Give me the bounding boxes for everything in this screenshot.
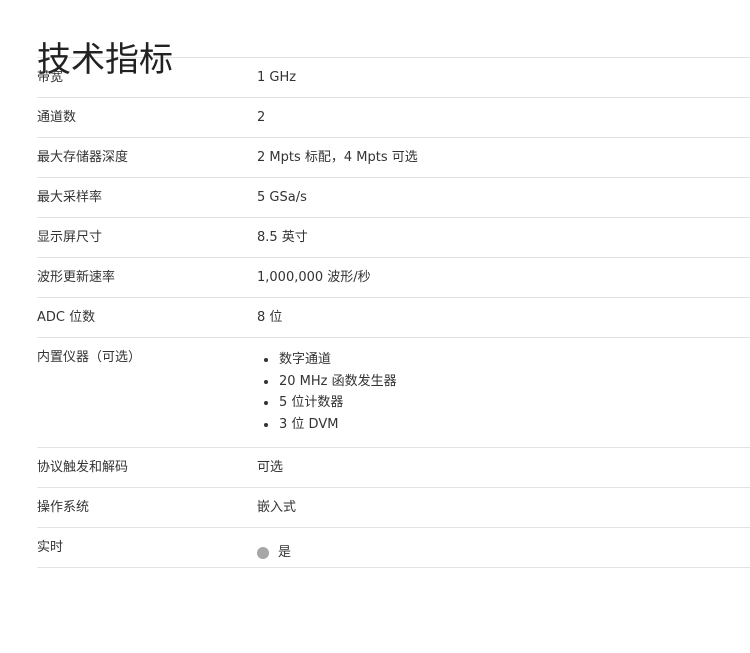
spec-value: 2 (257, 110, 266, 125)
spec-value: 是 (257, 528, 750, 567)
spec-value: 5 GSa/s (257, 190, 307, 205)
spec-label: 带宽 (37, 70, 64, 85)
spec-row-os: 操作系统 嵌入式 (37, 488, 750, 528)
spec-label: 实时 (37, 540, 64, 555)
spec-label: 操作系统 (37, 500, 90, 515)
spec-row-builtin-instruments: 内置仪器（可选） 数字通道 20 MHz 函数发生器 5 位计数器 3 位 DV… (37, 338, 750, 448)
bullet-icon (264, 358, 268, 362)
spec-label: 最大存储器深度 (37, 150, 129, 165)
bullet-icon (264, 401, 268, 405)
spec-value: 可选 (257, 460, 284, 475)
spec-label: 显示屏尺寸 (37, 230, 103, 245)
spec-row-sample-rate: 最大采样率 5 GSa/s (37, 178, 750, 218)
spec-row-channels: 通道数 2 (37, 98, 750, 138)
spec-label: 通道数 (37, 110, 77, 125)
spec-row-display-size: 显示屏尺寸 8.5 英寸 (37, 218, 750, 258)
status-dot-icon (257, 546, 269, 559)
spec-value: 1,000,000 波形/秒 (257, 270, 371, 285)
bullet-icon (264, 422, 268, 427)
page-title: 技术指标 (37, 40, 173, 80)
spec-label: 最大采样率 (37, 190, 103, 205)
spec-value: 8 位 (257, 310, 283, 325)
list-item: 数字通道 (257, 349, 750, 371)
list-item-label: 20 MHz 函数发生器 (279, 373, 397, 389)
spec-value: 1 GHz (257, 70, 297, 85)
list-item: 3 位 DVM (257, 414, 750, 436)
spec-label: 波形更新速率 (37, 270, 116, 285)
spec-value: 嵌入式 (257, 500, 297, 515)
spec-row-realtime: 实时 是 (37, 528, 750, 568)
spec-value: 数字通道 20 MHz 函数发生器 5 位计数器 3 位 DVM (257, 338, 750, 447)
realtime-value-label: 是 (278, 545, 292, 560)
spec-row-bandwidth: 带宽 1 GHz (37, 58, 750, 98)
spec-label: 协议触发和解码 (37, 460, 129, 475)
spec-label: 内置仪器（可选） (37, 350, 142, 365)
list-item-label: 数字通道 (279, 352, 332, 367)
spec-row-protocol-decode: 协议触发和解码 可选 (37, 448, 750, 488)
instrument-list: 数字通道 20 MHz 函数发生器 5 位计数器 3 位 DVM (257, 349, 750, 435)
spec-value: 8.5 英寸 (257, 230, 308, 245)
list-item: 5 位计数器 (257, 392, 750, 414)
spec-row-adc-bits: ADC 位数 8 位 (37, 298, 750, 338)
spec-row-memory-depth: 最大存储器深度 2 Mpts 标配，4 Mpts 可选 (37, 138, 750, 178)
spec-table: 带宽 1 GHz 通道数 2 最大存储器深度 2 Mpts 标配，4 Mpts … (37, 57, 750, 568)
list-item-label: 3 位 DVM (279, 416, 339, 432)
spec-page: 技术指标 带宽 1 GHz 通道数 2 最大存储器深度 2 Mpts 标配，4 … (37, 0, 750, 568)
spec-row-update-rate: 波形更新速率 1,000,000 波形/秒 (37, 258, 750, 298)
list-item-label: 5 位计数器 (279, 395, 344, 410)
bullet-icon (264, 379, 268, 384)
list-item: 20 MHz 函数发生器 (257, 371, 750, 393)
spec-label: ADC 位数 (37, 310, 96, 325)
spec-value: 2 Mpts 标配，4 Mpts 可选 (257, 150, 418, 165)
